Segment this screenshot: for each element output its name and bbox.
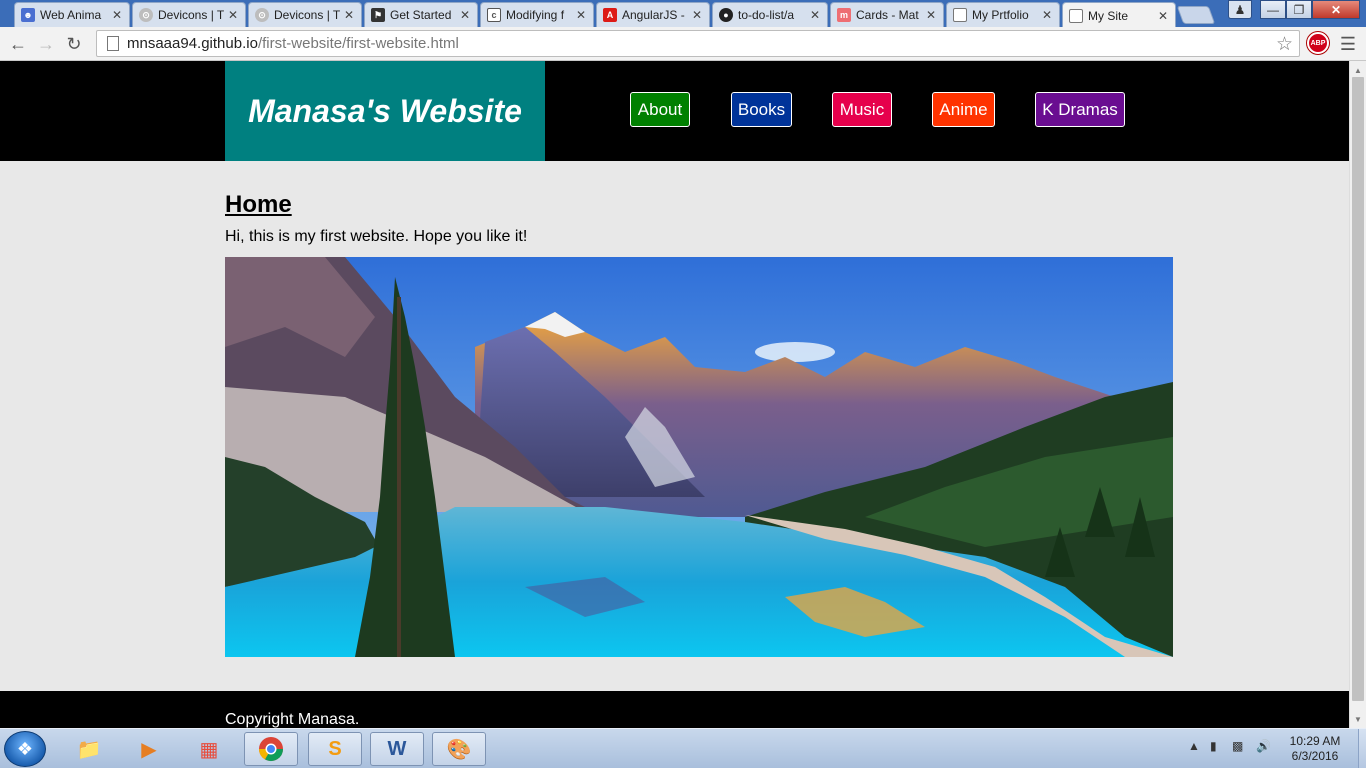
close-icon[interactable]: ✕	[691, 8, 703, 22]
tab-angularjs[interactable]: A AngularJS - ✕	[596, 2, 710, 27]
media-player-icon[interactable]: ▶	[122, 732, 176, 766]
taskbar: ❖ 📁 ▶ ▦ S W 🎨 ▲ ▮ ▩ 🔊 10:29 AM 6/3/2016	[0, 728, 1366, 768]
file-explorer-icon[interactable]: 📁	[62, 732, 116, 766]
close-icon[interactable]: ✕	[1157, 9, 1169, 23]
url-text: mnsaaa94.github.io/first-website/first-w…	[127, 35, 459, 52]
word-icon[interactable]: W	[370, 732, 424, 766]
tab-title: Cards - Mat	[856, 8, 919, 22]
url-host: mnsaaa94.github.io	[127, 35, 258, 52]
scrollbar-thumb[interactable]	[1352, 77, 1364, 701]
sublime-text-icon[interactable]: S	[308, 732, 362, 766]
volume-icon[interactable]: 🔊	[1256, 739, 1271, 753]
site-title: Manasa's Website	[248, 92, 522, 129]
maximize-button[interactable]: ❐	[1286, 0, 1312, 19]
battery-icon[interactable]: ▮	[1210, 739, 1217, 753]
url-path: /first-website/first-website.html	[257, 35, 459, 52]
page-viewport: Manasa's Website About Books Music Anime…	[0, 61, 1349, 728]
vertical-scrollbar[interactable]: ▲ ▼	[1349, 61, 1366, 728]
tab-title: Get Started	[390, 8, 452, 22]
page-icon	[953, 8, 967, 22]
close-window-button[interactable]: ✕	[1312, 0, 1360, 19]
devicons-icon: ⊙	[255, 8, 269, 22]
minimize-button[interactable]: —	[1260, 0, 1286, 19]
tab-title: AngularJS -	[622, 8, 685, 22]
paint-program-icon[interactable]: ▦	[182, 732, 236, 766]
windows-logo-icon: ❖	[16, 738, 34, 759]
tab-modifying[interactable]: c Modifying f ✕	[480, 2, 594, 27]
user-icon[interactable]: ♟	[1228, 0, 1252, 19]
intro-text: Hi, this is my first website. Hope you l…	[225, 228, 528, 245]
clock-date: 6/3/2016	[1291, 749, 1339, 763]
tab-strip: ☻ Web Anima ✕ ⊙ Devicons | T ✕ ⊙ Devicon…	[0, 0, 1366, 28]
tab-devicons-2[interactable]: ⊙ Devicons | T ✕	[248, 2, 362, 27]
address-bar[interactable]: mnsaaa94.github.io/first-website/first-w…	[96, 30, 1300, 57]
adblock-icon[interactable]: ABP	[1307, 32, 1329, 54]
back-arrow-icon[interactable]: ←	[6, 32, 30, 56]
reload-icon[interactable]: ↻	[62, 32, 86, 56]
nav-anime[interactable]: Anime	[932, 92, 995, 127]
close-icon[interactable]: ✕	[809, 8, 821, 22]
chrome-icon	[259, 737, 283, 762]
tab-cards[interactable]: m Cards - Mat ✕	[830, 2, 944, 27]
tab-my-site[interactable]: My Site ✕	[1062, 2, 1176, 28]
contact-icon: ☻	[21, 8, 35, 22]
devicons-icon: ⊙	[139, 8, 153, 22]
tab-title: Devicons | T	[274, 8, 340, 22]
tab-title: My Site	[1088, 8, 1129, 23]
menu-icon[interactable]: ☰	[1338, 32, 1358, 56]
flag-icon: ⚑	[371, 8, 385, 22]
tab-title: Devicons | T	[158, 8, 224, 22]
tab-web-animations[interactable]: ☻ Web Anima ✕	[14, 2, 130, 27]
network-icon[interactable]: ▩	[1232, 739, 1243, 753]
new-tab-button[interactable]	[1176, 6, 1216, 24]
nav-books[interactable]: Books	[731, 92, 792, 127]
page-heading: Home	[225, 191, 292, 218]
page-icon	[1069, 8, 1083, 23]
tab-to-do-list[interactable]: ● to-do-list/a ✕	[712, 2, 828, 27]
nav-k-dramas[interactable]: K Dramas	[1035, 92, 1125, 127]
close-icon[interactable]: ✕	[575, 8, 587, 22]
close-icon[interactable]: ✕	[459, 8, 471, 22]
tab-title: Modifying f	[506, 8, 565, 22]
materialize-icon: m	[837, 8, 851, 22]
page-icon	[107, 36, 119, 51]
show-desktop-button[interactable]	[1358, 729, 1366, 768]
angular-icon: A	[603, 8, 617, 22]
start-button[interactable]: ❖	[4, 731, 46, 767]
github-icon: ●	[719, 8, 733, 22]
close-icon[interactable]: ✕	[925, 8, 937, 22]
close-icon[interactable]: ✕	[1041, 8, 1053, 22]
site-logo[interactable]: Manasa's Website	[225, 61, 545, 161]
browser-toolbar: ← → ↻ mnsaaa94.github.io/first-website/f…	[0, 27, 1366, 61]
screen: ☻ Web Anima ✕ ⊙ Devicons | T ✕ ⊙ Devicon…	[0, 0, 1366, 768]
tab-title: Web Anima	[40, 8, 102, 22]
paint-palette-icon[interactable]: 🎨	[432, 732, 486, 766]
tab-get-started[interactable]: ⚑ Get Started ✕	[364, 2, 478, 27]
site-header: Manasa's Website About Books Music Anime…	[0, 61, 1349, 161]
forward-arrow-icon[interactable]: →	[34, 32, 58, 56]
show-hidden-icons-icon[interactable]: ▲	[1188, 739, 1200, 753]
close-icon[interactable]: ✕	[343, 8, 355, 22]
close-icon[interactable]: ✕	[227, 8, 239, 22]
nav-music[interactable]: Music	[832, 92, 892, 127]
scroll-up-icon[interactable]: ▲	[1350, 63, 1366, 77]
system-clock[interactable]: 10:29 AM 6/3/2016	[1280, 734, 1350, 764]
hero-image	[225, 257, 1173, 657]
scroll-down-icon[interactable]: ▼	[1350, 712, 1366, 726]
tab-my-portfolio[interactable]: My Prtfolio ✕	[946, 2, 1060, 27]
nav-about[interactable]: About	[630, 92, 690, 127]
mountain-lake-landscape	[225, 257, 1173, 657]
bookmark-star-icon[interactable]: ☆	[1276, 33, 1293, 56]
codepen-icon: c	[487, 8, 501, 22]
chrome-taskbar-button[interactable]	[244, 732, 298, 766]
site-footer: Copyright Manasa.	[0, 691, 1349, 728]
tab-devicons-1[interactable]: ⊙ Devicons | T ✕	[132, 2, 246, 27]
tab-title: My Prtfolio	[972, 8, 1029, 22]
close-icon[interactable]: ✕	[111, 8, 123, 22]
copyright-text: Copyright Manasa.	[225, 711, 360, 728]
clock-time: 10:29 AM	[1289, 734, 1341, 748]
tab-title: to-do-list/a	[738, 8, 795, 22]
